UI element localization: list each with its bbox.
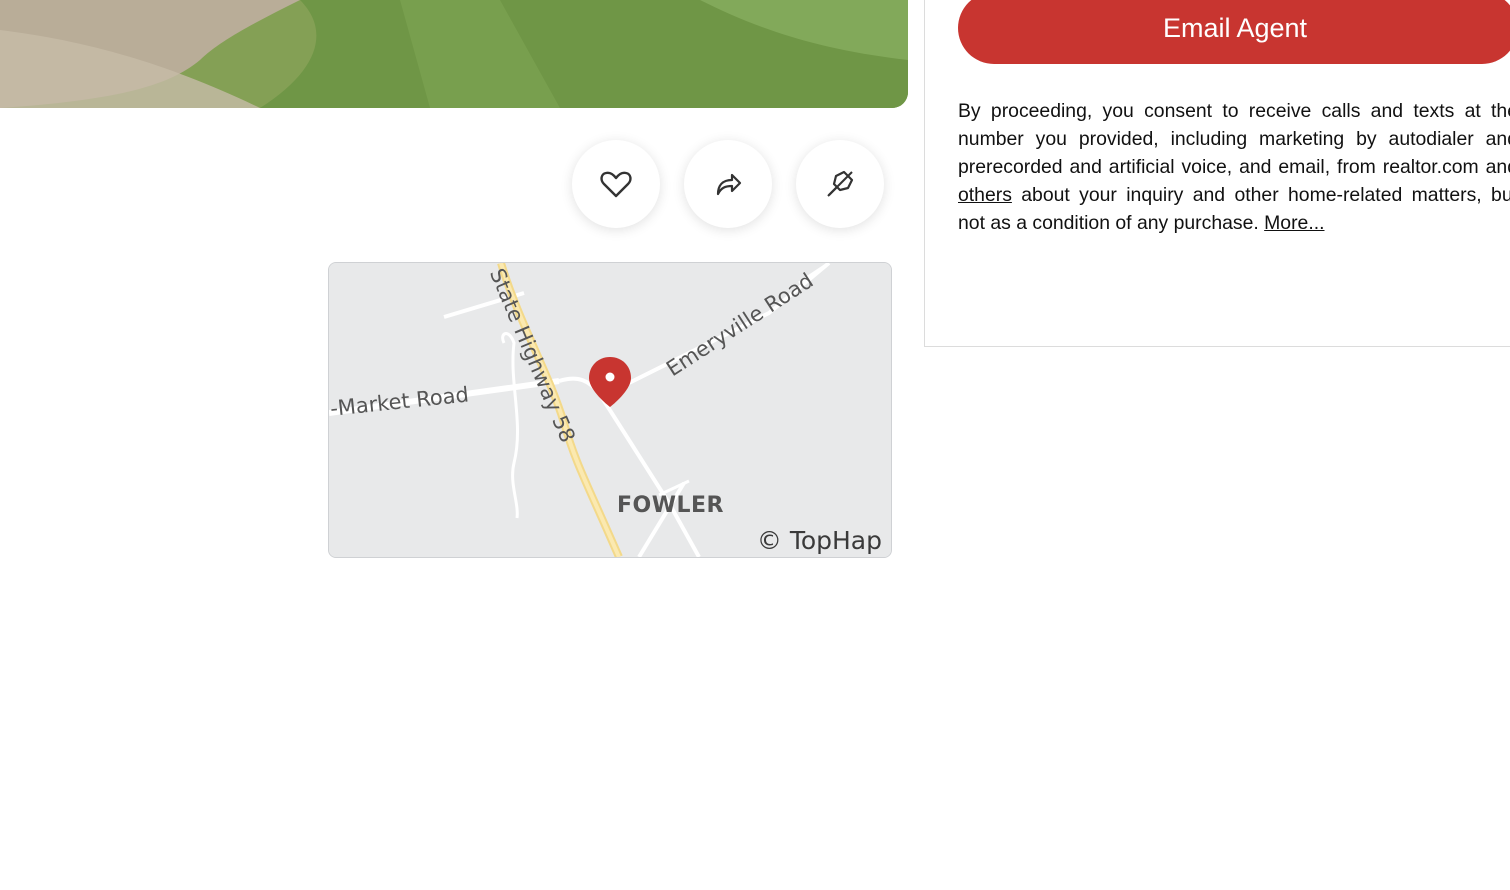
map-pin-icon[interactable] — [587, 353, 633, 409]
property-photo[interactable] — [0, 0, 908, 108]
email-agent-button[interactable]: Email Agent — [958, 0, 1510, 64]
favorite-button[interactable] — [572, 140, 660, 228]
map-town-label: FOWLER — [617, 493, 724, 518]
more-link[interactable]: More... — [1264, 212, 1324, 234]
others-link[interactable]: others — [958, 184, 1012, 206]
consent-text: By proceeding, you consent to receive ca… — [958, 97, 1510, 237]
hide-button[interactable] — [796, 140, 884, 228]
consent-text-part2: about your inquiry and other home-relate… — [958, 184, 1510, 234]
heart-icon — [600, 171, 632, 198]
consent-text-part1: By proceeding, you consent to receive ca… — [958, 100, 1510, 178]
share-arrow-icon — [716, 173, 742, 196]
map-credit: © TopHap — [756, 526, 882, 555]
email-agent-label: Email Agent — [1162, 12, 1308, 43]
location-map[interactable]: State Highway 58 Emeryville Road -Market… — [328, 262, 892, 558]
hide-pin-icon — [827, 170, 854, 197]
share-button[interactable] — [684, 140, 772, 228]
